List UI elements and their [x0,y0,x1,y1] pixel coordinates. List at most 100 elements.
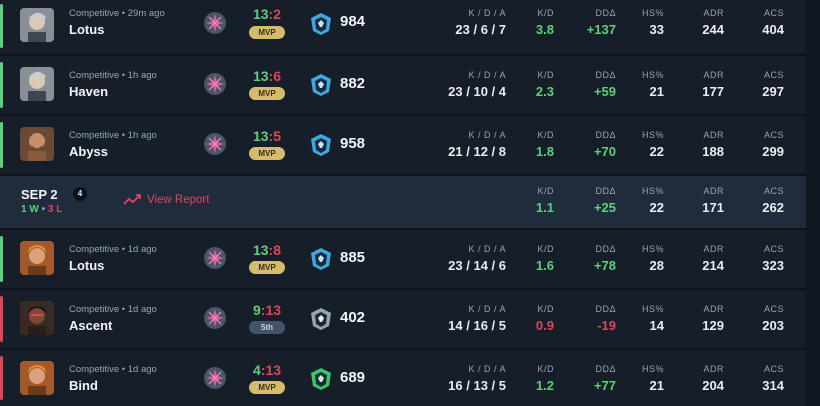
adr-stat: ADR 204 [702,364,724,393]
hs-stat: HS% 28 [641,244,664,273]
match-score: 13:8 [252,242,282,258]
match-score: 9:13 [252,302,282,318]
match-mode: Competitive • 1h ago [69,130,157,141]
mvp-badge: MVP [249,147,285,160]
adr-stat: ADR 129 [702,304,724,333]
hs-stat: HS% 14 [641,304,664,333]
map-name: Bind [69,378,98,393]
agent-role-icon [203,72,227,96]
map-name: Ascent [69,318,113,333]
match-row[interactable]: Competitive • 29m ago Lotus 13:2 MVP 984… [0,0,806,56]
result-indicator [0,356,3,400]
day-summary-row: SEP 2 4 1 W • 3 L View Report K/D 1.1 DDΔ… [0,176,806,230]
kda-stat: K / D / A 21 / 12 / 8 [448,130,506,159]
map-name: Lotus [69,258,105,273]
mvp-badge: MVP [249,381,285,394]
adr-stat: ADR 244 [702,8,724,37]
trend-chart-icon [123,194,141,205]
kda-stat: K / D / A 16 / 13 / 5 [448,364,506,393]
mvp-badge: MVP [249,87,285,100]
acs-stat: ACS 297 [762,70,784,99]
result-indicator [0,4,3,48]
kd-stat: K/D 1.6 [535,244,554,273]
adr-stat: ADR 177 [702,70,724,99]
agent-role-icon [203,11,227,35]
rank-rating: 689 [340,369,366,386]
agent-portrait [20,8,54,42]
agent-portrait [20,301,54,335]
match-count-badge: 4 [73,187,87,201]
map-name: Haven [69,84,109,99]
mvp-badge: MVP [249,261,285,274]
agent-portrait [20,67,54,101]
summary-acs-stat: ACS 262 [762,186,784,215]
summary-kd-stat: K/D 1.1 [535,186,554,215]
result-indicator [0,296,3,342]
agent-portrait [20,361,54,395]
summary-hs-stat: HS% 22 [641,186,664,215]
match-score: 13:2 [252,6,282,22]
rank-icon [308,72,334,98]
hs-stat: HS% 21 [641,70,664,99]
rank-rating: 885 [340,249,366,266]
scrollbar[interactable] [806,0,820,406]
kd-stat: K/D 1.2 [535,364,554,393]
acs-stat: ACS 299 [762,130,784,159]
kd-stat: K/D 0.9 [535,304,554,333]
rank-rating: 402 [340,309,366,326]
kd-stat: K/D 1.8 [535,130,554,159]
hs-stat: HS% 22 [641,130,664,159]
rank-rating: 882 [340,75,366,92]
result-indicator [0,122,3,168]
mvp-badge: MVP [249,26,285,39]
adr-stat: ADR 214 [702,244,724,273]
dd-stat: DDΔ +78 [593,244,616,273]
kd-stat: K/D 3.8 [535,8,554,37]
match-row[interactable]: Competitive • 1d ago Lotus 13:8 MVP 885 … [0,230,806,290]
rank-icon [308,132,334,158]
kda-stat: K / D / A 23 / 10 / 4 [448,70,506,99]
dd-stat: DDΔ +77 [593,364,616,393]
acs-stat: ACS 314 [762,364,784,393]
match-mode: Competitive • 1d ago [69,244,157,255]
rank-icon [308,246,334,272]
match-mode: Competitive • 29m ago [69,8,165,19]
hs-stat: HS% 21 [641,364,664,393]
acs-stat: ACS 203 [762,304,784,333]
dd-stat: DDΔ -19 [595,304,616,333]
agent-portrait [20,127,54,161]
rank-icon [308,366,334,392]
match-row[interactable]: Competitive • 1d ago Ascent 9:13 5th 402… [0,290,806,350]
agent-role-icon [203,246,227,270]
acs-stat: ACS 323 [762,244,784,273]
win-loss-record: 1 W • 3 L [21,204,63,215]
match-score: 4:13 [252,362,282,378]
kda-stat: K / D / A 14 / 16 / 5 [448,304,506,333]
kda-stat: K / D / A 23 / 14 / 6 [448,244,506,273]
match-mode: Competitive • 1d ago [69,304,157,315]
agent-role-icon [203,132,227,156]
match-row[interactable]: Competitive • 1d ago Bind 4:13 MVP 689 K… [0,350,806,406]
match-mode: Competitive • 1h ago [69,70,157,81]
acs-stat: ACS 404 [762,8,784,37]
match-score: 13:5 [252,128,282,144]
result-indicator [0,62,3,108]
agent-portrait [20,241,54,275]
match-row[interactable]: Competitive • 1h ago Abyss 13:5 MVP 958 … [0,116,806,176]
agent-role-icon [203,306,227,330]
placement-badge: 5th [249,321,285,334]
summary-adr-stat: ADR 171 [702,186,724,215]
view-report-label: View Report [147,194,210,206]
adr-stat: ADR 188 [702,130,724,159]
dd-stat: DDΔ +59 [593,70,616,99]
match-score: 13:6 [252,68,282,84]
summary-date: SEP 2 [21,187,58,202]
rank-rating: 958 [340,135,366,152]
summary-dd-stat: DDΔ +25 [593,186,616,215]
map-name: Lotus [69,22,105,37]
dd-stat: DDΔ +137 [586,8,616,37]
agent-role-icon [203,366,227,390]
match-row[interactable]: Competitive • 1h ago Haven 13:6 MVP 882 … [0,56,806,116]
view-report-link[interactable]: View Report [123,194,209,206]
kd-stat: K/D 2.3 [535,70,554,99]
